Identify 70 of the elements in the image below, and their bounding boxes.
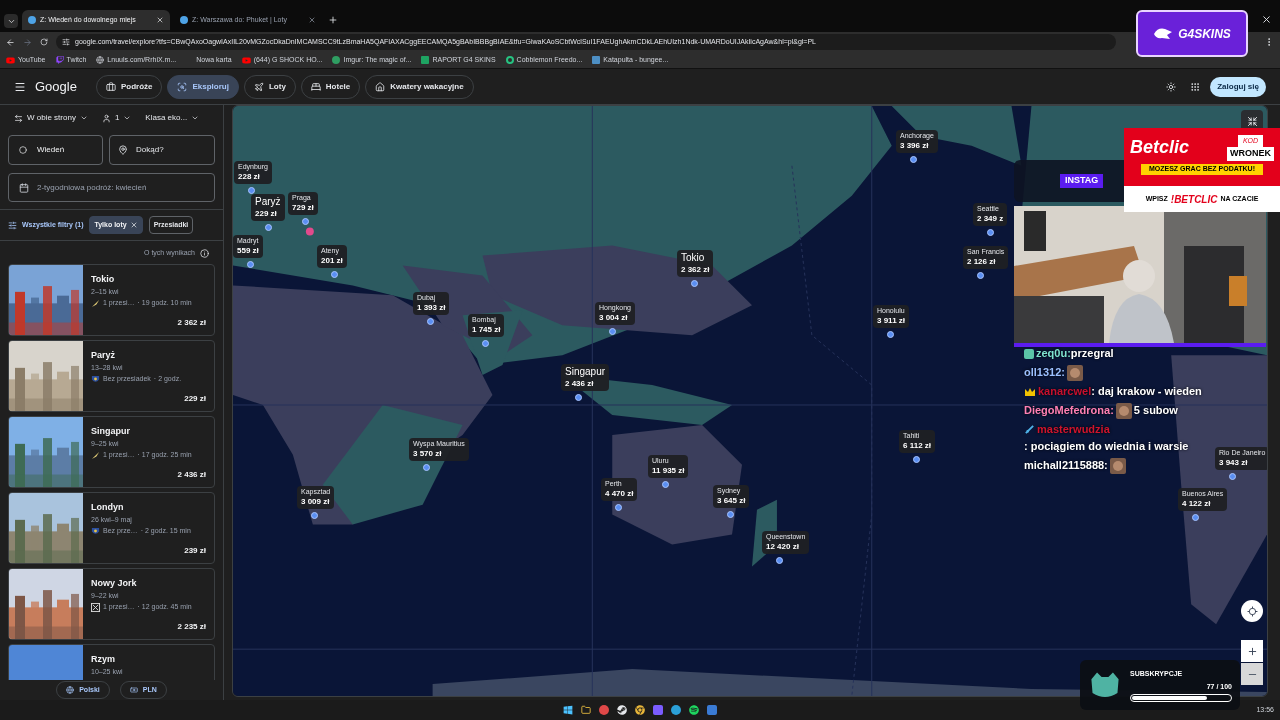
origin-field[interactable]: Wiedeń [8, 135, 103, 165]
apps-icon[interactable] [1190, 81, 1201, 92]
price: 2 362 zł [177, 317, 206, 329]
plane-icon [253, 81, 264, 92]
price: 2 235 zł [177, 621, 206, 633]
map-pin-icon [118, 145, 128, 155]
cabin-dropdown[interactable]: Klasa eko... [145, 112, 200, 124]
info-icon[interactable] [200, 248, 209, 258]
city-name: Londyn [91, 501, 125, 514]
caret-icon [123, 114, 132, 122]
person-icon [101, 113, 111, 123]
chat-bubble-icon [55, 56, 64, 64]
nav-tab[interactable]: Eksploruj [167, 74, 239, 99]
brand-logo: Google [35, 77, 77, 96]
wing-icon [91, 298, 100, 308]
remove-icon[interactable] [129, 221, 138, 229]
house-icon [375, 81, 386, 92]
chrome-icon[interactable] [635, 705, 645, 715]
banknote-icon [129, 686, 138, 694]
folder-icon[interactable] [581, 705, 591, 715]
shield-icon [91, 374, 100, 384]
filters-icon [8, 220, 17, 230]
city-name: Nowy Jork [91, 577, 138, 590]
video-play-icon [6, 55, 15, 65]
back-icon[interactable] [6, 37, 15, 47]
city-name: Singapur [91, 425, 131, 438]
city-name: Paryż [91, 349, 117, 362]
destination-input[interactable]: Dokąd? [136, 144, 206, 156]
favicon-icon [180, 16, 188, 24]
bed-icon [310, 81, 321, 92]
steam-icon[interactable] [617, 705, 627, 715]
video-play-icon [241, 55, 251, 65]
close-icon[interactable] [1261, 14, 1272, 25]
sign-in-button[interactable]: Zaloguj się [1210, 76, 1266, 97]
page-icon [592, 56, 601, 64]
globe-icon [66, 686, 75, 694]
city-name: Tokio [91, 273, 116, 286]
trip-type-dropdown[interactable]: W obie strony [14, 112, 88, 124]
swap-arrows-icon [14, 113, 23, 123]
menu-icon[interactable] [14, 80, 26, 93]
price: 239 zł [184, 545, 206, 557]
lion-head-icon [1153, 26, 1174, 41]
origin-circle-icon [19, 146, 27, 154]
passengers-dropdown[interactable]: 1 [101, 112, 132, 124]
suitcase-icon [105, 81, 116, 92]
city-name: Rzym [91, 653, 116, 666]
caret-icon [191, 114, 200, 122]
caret-icon [79, 114, 88, 122]
app-icon[interactable] [707, 705, 717, 715]
destination-field[interactable]: Dokąd? [109, 135, 215, 165]
shield-icon [91, 526, 100, 536]
multi-airline-icon [91, 602, 100, 612]
sponsor-logo: G4SKINS [1136, 10, 1248, 57]
spreadsheet-icon [421, 56, 430, 64]
tab-list-button[interactable] [4, 14, 18, 28]
search-icon [177, 81, 188, 92]
favicon-icon [28, 16, 36, 24]
globe-icon [96, 56, 105, 64]
spotify-icon[interactable] [689, 705, 699, 715]
price: 229 zł [184, 393, 206, 405]
calendar-icon [19, 182, 29, 193]
windows-icon[interactable] [563, 705, 573, 715]
app-icon[interactable] [599, 705, 609, 715]
new-tab-icon[interactable] [328, 15, 338, 25]
site-info-icon [62, 38, 70, 46]
reload-icon[interactable] [40, 38, 48, 46]
price: 2 436 zł [177, 469, 206, 481]
theme-icon[interactable] [1166, 81, 1177, 92]
dates-field[interactable]: 2-tygodniowa podróż: kwiecień [8, 173, 215, 202]
wing-icon [91, 450, 100, 460]
